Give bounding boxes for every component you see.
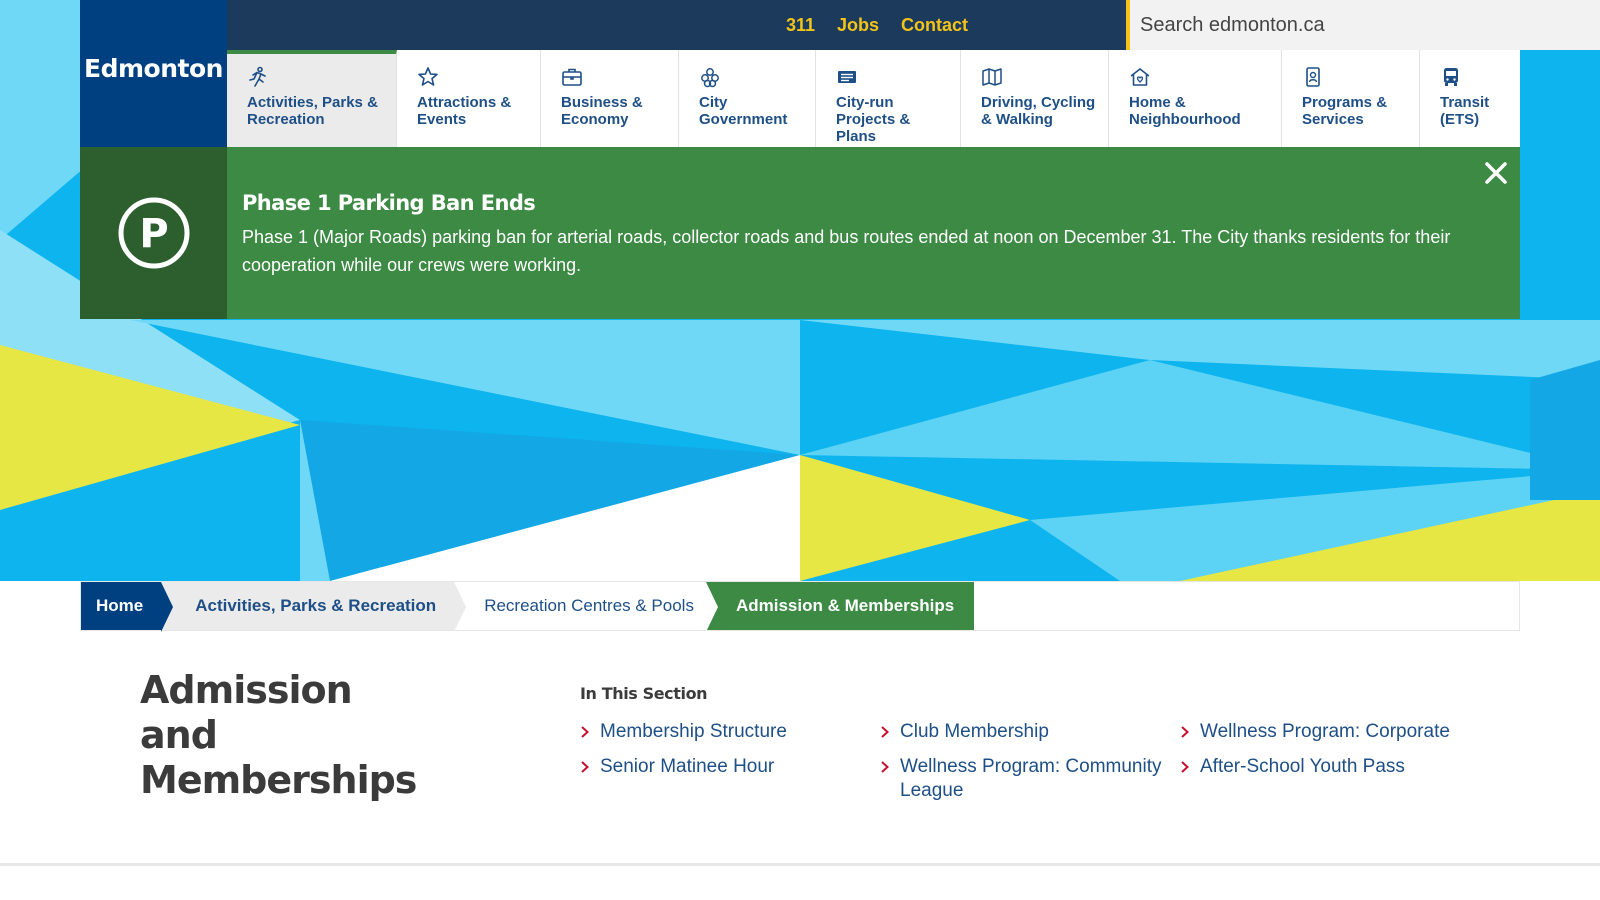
nav-label: Attractions & Events — [417, 94, 512, 128]
chevron-right-icon — [881, 761, 889, 773]
home-icon — [1130, 68, 1150, 86]
nav-transit-ets[interactable]: Transit (ETS) — [1420, 50, 1520, 147]
section-column: Wellness Program: Corporate After-School… — [1180, 720, 1480, 814]
running-person-icon — [249, 66, 266, 87]
nav-attractions-events[interactable]: Attractions & Events — [397, 50, 541, 147]
in-this-section: In This Section Membership Structure Sen… — [580, 684, 1480, 814]
nav-city-government[interactable]: City Government — [679, 50, 816, 147]
link-311[interactable]: 311 — [786, 15, 815, 36]
close-icon — [1485, 162, 1507, 184]
utility-links: 311 Jobs Contact — [786, 0, 968, 50]
chevron-right-icon — [881, 726, 889, 738]
section-heading: In This Section — [580, 684, 708, 703]
alert-banner: P Phase 1 Parking Ban Ends Phase 1 (Majo… — [80, 147, 1520, 319]
chevron-right-icon — [581, 726, 589, 738]
section-column: Membership Structure Senior Matinee Hour — [580, 720, 880, 814]
link-wellness-program-corporate[interactable]: Wellness Program: Corporate — [1180, 720, 1480, 744]
section-link-label: Membership Structure — [600, 721, 787, 742]
link-after-school-youth-pass[interactable]: After-School Youth Pass — [1180, 755, 1480, 779]
nav-label: Activities, Parks & Recreation — [247, 94, 378, 128]
map-icon — [982, 68, 1002, 86]
section-divider — [0, 863, 1600, 866]
star-icon — [418, 67, 438, 86]
projects-icon — [838, 71, 856, 83]
section-link-label: After-School Youth Pass — [1200, 756, 1405, 777]
section-link-label: Senior Matinee Hour — [600, 756, 775, 777]
government-icon — [701, 68, 719, 88]
search-input[interactable] — [1130, 0, 1600, 50]
alert-text: Phase 1 (Major Roads) parking ban for ar… — [242, 227, 1451, 275]
link-senior-matinee-hour[interactable]: Senior Matinee Hour — [580, 755, 880, 779]
utility-bar: 311 Jobs Contact — [227, 0, 1600, 50]
svg-text:P: P — [139, 211, 168, 257]
nav-label: Programs & Services — [1302, 94, 1388, 128]
nav-label: City Government — [699, 94, 788, 128]
site-container: Edmonton 311 Jobs Contact Search edmonto… — [80, 0, 1600, 319]
section-link-label: Wellness Program: Corporate — [1200, 721, 1450, 742]
breadcrumb-home[interactable]: Home — [81, 582, 174, 632]
chevron-right-icon — [1181, 726, 1189, 738]
page-title: Admission and Memberships — [140, 668, 417, 802]
breadcrumb-current-page: Admission & Memberships — [705, 582, 975, 632]
link-contact[interactable]: Contact — [901, 15, 968, 36]
alert-title: Phase 1 Parking Ban Ends — [242, 191, 536, 215]
section-link-label: Club Membership — [900, 721, 1049, 742]
breadcrumb-recreation-centres-pools[interactable]: Recreation Centres & Pools — [454, 582, 706, 630]
chevron-right-icon — [1181, 761, 1189, 773]
nav-business-economy[interactable]: Business & Economy — [541, 50, 679, 147]
nav-label: City-run Projects & Plans — [836, 94, 911, 145]
nav-driving-cycling-walking[interactable]: Driving, Cycling & Walking — [961, 50, 1109, 147]
breadcrumb-activities-parks-recreation[interactable]: Activities, Parks & Recreation — [161, 582, 467, 632]
nav-label: Home & Neighbourhood — [1129, 94, 1241, 128]
nav-label: Transit (ETS) — [1440, 94, 1490, 128]
link-jobs[interactable]: Jobs — [837, 15, 879, 36]
nav-label: Driving, Cycling & Walking — [981, 94, 1096, 128]
link-membership-structure[interactable]: Membership Structure — [580, 720, 880, 744]
section-column: Club Membership Wellness Program: Commun… — [880, 720, 1180, 814]
breadcrumb: Home Activities, Parks & Recreation Recr… — [80, 581, 1520, 632]
nav-activities-parks-recreation[interactable]: Activities, Parks & Recreation — [227, 50, 397, 147]
site-header: Edmonton 311 Jobs Contact Search edmonto… — [80, 0, 1600, 147]
bus-icon — [1444, 68, 1458, 86]
main-navigation: Activities, Parks & Recreation Attractio… — [227, 50, 1520, 147]
nav-label: Business & Economy — [561, 94, 643, 128]
parking-icon: P — [118, 197, 189, 269]
id-badge-icon — [1306, 67, 1320, 87]
nav-programs-services[interactable]: Programs & Services — [1282, 50, 1420, 147]
section-link-label: Wellness Program: Community League — [900, 756, 1162, 801]
search-box — [1126, 0, 1600, 50]
edmonton-logo[interactable]: Edmonton — [80, 0, 227, 147]
nav-city-run-projects-plans[interactable]: City-run Projects & Plans — [816, 50, 961, 147]
nav-home-neighbourhood[interactable]: Home & Neighbourhood — [1109, 50, 1282, 147]
alert-close-button[interactable] — [1482, 159, 1510, 187]
logo-text: Edmonton — [84, 53, 223, 83]
alert-body: Phase 1 Parking Ban Ends Phase 1 (Major … — [227, 147, 1520, 319]
link-club-membership[interactable]: Club Membership — [880, 720, 1180, 744]
alert-icon-box: P — [80, 147, 227, 319]
section-columns: Membership Structure Senior Matinee Hour… — [580, 720, 1480, 814]
chevron-right-icon — [581, 761, 589, 773]
briefcase-icon — [562, 68, 582, 86]
link-wellness-program-community-league[interactable]: Wellness Program: Community League — [880, 755, 1180, 803]
